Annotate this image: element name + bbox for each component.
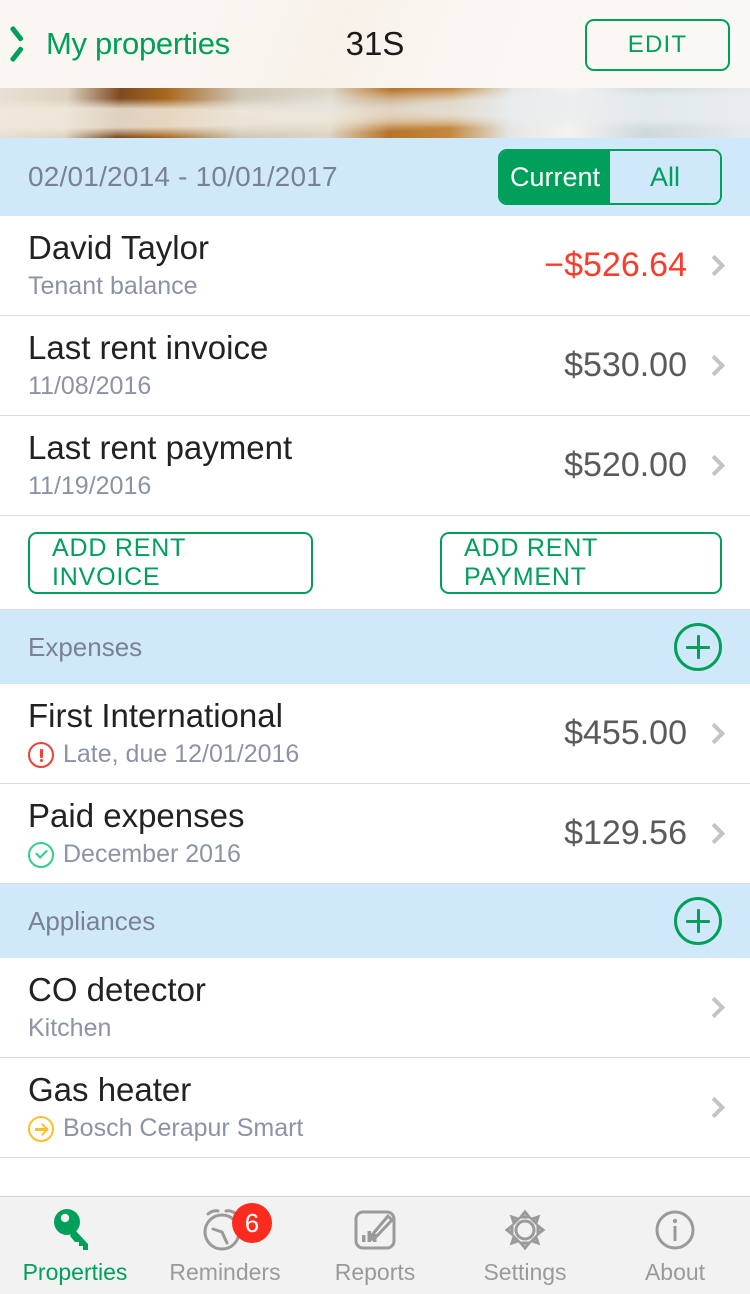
alert-icon [28, 742, 54, 769]
row-text-block: Gas heater Bosch Cerapur Smart [28, 1071, 687, 1143]
row-text-block: Last rent invoice 11/08/2016 [28, 329, 564, 401]
period-segmented-control[interactable]: Current All [498, 149, 722, 205]
appliances-section-header: Appliances [0, 884, 750, 958]
tab-properties[interactable]: Properties [0, 1197, 150, 1294]
row-amount: $530.00 [564, 346, 687, 384]
chevron-right-icon [703, 254, 726, 277]
tab-reminders[interactable]: 6 Reminders [150, 1197, 300, 1294]
tab-label: About [644, 1259, 706, 1285]
row-subtitle: Tenant balance [28, 273, 544, 301]
property-photo[interactable] [0, 88, 750, 138]
row-amount: $520.00 [564, 446, 687, 484]
row-subtitle-text: Bosch Cerapur Smart [63, 1114, 304, 1143]
row-title: Paid expenses [28, 797, 245, 835]
segment-all[interactable]: All [610, 151, 720, 203]
chevron-right-icon [703, 1096, 726, 1119]
navigation-bar: My properties 31S EDIT [0, 0, 750, 88]
tab-settings[interactable]: Settings [450, 1197, 600, 1294]
period-range-label: 02/01/2014 - 10/01/2017 [28, 161, 338, 192]
row-text-block: First International Late, due 12/01/2016 [28, 697, 564, 769]
period-bar: 02/01/2014 - 10/01/2017 Current All [0, 138, 750, 216]
row-subtitle: 11/19/2016 [28, 473, 564, 501]
edit-button[interactable]: EDIT [585, 19, 730, 71]
table-row[interactable]: Gas heater Bosch Cerapur Smart [0, 1058, 750, 1158]
expenses-section-title: Expenses [28, 631, 143, 662]
back-button-label: My properties [46, 26, 230, 61]
add-rent-payment-button[interactable]: ADD RENT PAYMENT [440, 531, 722, 594]
row-subtitle-text: Kitchen [28, 1014, 112, 1043]
tab-about[interactable]: About [600, 1197, 750, 1294]
row-title: Gas heater [28, 1071, 192, 1109]
tab-label: Settings [483, 1259, 567, 1285]
row-subtitle: 11/08/2016 [28, 373, 564, 401]
chevron-right-icon [703, 822, 726, 845]
key-icon [48, 1205, 102, 1255]
row-amount: $129.56 [564, 814, 687, 852]
row-subtitle: Kitchen [28, 1015, 687, 1043]
row-title: Last rent invoice [28, 329, 269, 367]
alarm-clock-icon: 6 [198, 1203, 272, 1255]
table-row[interactable]: Last rent invoice 11/08/2016 $530.00 [0, 316, 750, 416]
tab-label: Reports [334, 1259, 416, 1285]
row-title: Last rent payment [28, 429, 293, 467]
appliances-section-title: Appliances [28, 905, 156, 936]
row-subtitle-text: Late, due 12/01/2016 [63, 740, 300, 769]
row-amount: $455.00 [564, 714, 687, 752]
table-row[interactable]: Paid expenses December 2016 $129.56 [0, 784, 750, 884]
row-text-block: CO detector Kitchen [28, 971, 687, 1043]
add-appliance-button[interactable] [674, 897, 722, 945]
row-text-block: Last rent payment 11/19/2016 [28, 429, 564, 501]
reminders-badge: 6 [232, 1203, 272, 1243]
tab-bar: Properties 6 Reminders Reports Settings … [0, 1196, 750, 1294]
rent-action-bar: ADD RENT INVOICE ADD RENT PAYMENT [0, 516, 750, 610]
segment-current[interactable]: Current [500, 151, 610, 203]
chevron-right-icon [703, 722, 726, 745]
row-subtitle: Bosch Cerapur Smart [28, 1115, 687, 1143]
row-text-block: Paid expenses December 2016 [28, 797, 564, 869]
app-screen: My properties 31S EDIT 02/01/2014 - 10/0… [0, 0, 750, 1294]
tab-reports[interactable]: Reports [300, 1197, 450, 1294]
row-subtitle: Late, due 12/01/2016 [28, 741, 564, 769]
row-amount: −$526.64 [544, 246, 687, 284]
row-subtitle: December 2016 [28, 841, 564, 869]
tab-label: Reminders [169, 1259, 281, 1285]
arrow-circle-icon [28, 1116, 54, 1143]
table-row[interactable]: CO detector Kitchen [0, 958, 750, 1058]
table-row[interactable]: First International Late, due 12/01/2016… [0, 684, 750, 784]
tab-label: Properties [22, 1259, 128, 1285]
check-icon [28, 842, 54, 869]
table-row[interactable]: Last rent payment 11/19/2016 $520.00 [0, 416, 750, 516]
row-text-block: David Taylor Tenant balance [28, 229, 544, 301]
row-subtitle-text: 11/08/2016 [28, 372, 152, 401]
report-pencil-icon [348, 1205, 402, 1255]
back-button[interactable]: My properties [18, 26, 230, 62]
row-subtitle-text: December 2016 [63, 840, 241, 869]
chevron-right-icon [703, 454, 726, 477]
row-title: David Taylor [28, 229, 209, 267]
row-title: CO detector [28, 971, 206, 1009]
gear-icon [498, 1205, 552, 1255]
info-icon [648, 1205, 702, 1255]
table-row[interactable]: David Taylor Tenant balance −$526.64 [0, 216, 750, 316]
row-title: First International [28, 697, 283, 735]
chevron-right-icon [703, 996, 726, 1019]
row-subtitle-text: 11/19/2016 [28, 472, 152, 501]
add-rent-invoice-button[interactable]: ADD RENT INVOICE [28, 531, 313, 594]
expenses-section-header: Expenses [0, 610, 750, 684]
add-expense-button[interactable] [674, 623, 722, 671]
chevron-left-icon [18, 27, 38, 61]
chevron-right-icon [703, 354, 726, 377]
row-subtitle-text: Tenant balance [28, 272, 198, 301]
